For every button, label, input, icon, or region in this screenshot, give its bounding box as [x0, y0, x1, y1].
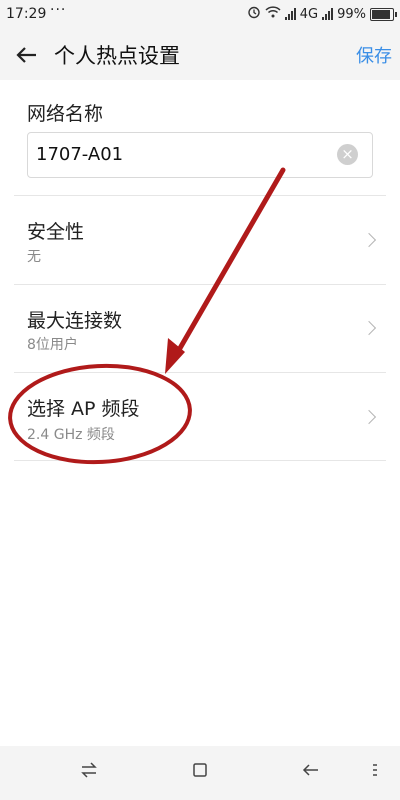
navigation-bar	[0, 746, 400, 800]
status-bar: 17:29 ··· 4G 99%	[0, 0, 400, 30]
divider	[14, 372, 386, 373]
security-label: 安全性	[27, 221, 85, 243]
status-time: 17:29	[6, 6, 47, 22]
app-bar: 个人热点设置 保存	[0, 30, 400, 80]
signal-icon-2	[322, 8, 334, 20]
battery-icon	[370, 7, 397, 21]
clear-icon[interactable]: ×	[337, 144, 358, 165]
divider	[14, 460, 386, 461]
wifi-icon	[265, 6, 281, 22]
status-icons: 4G 99%	[247, 5, 397, 23]
annotation-arrowhead	[165, 338, 185, 374]
network-type: 4G	[299, 6, 319, 22]
max-connections-value: 8位用户	[27, 337, 78, 353]
network-name-value[interactable]: 1707-A01	[36, 144, 123, 165]
swap-icon[interactable]	[80, 762, 98, 783]
chevron-right-icon	[361, 320, 377, 336]
home-icon[interactable]	[192, 762, 208, 783]
network-name-input[interactable]: 1707-A01 ×	[27, 132, 373, 178]
ap-band-value: 2.4 GHz 频段	[27, 427, 115, 443]
divider	[14, 284, 386, 285]
notification-dots: ···	[50, 2, 67, 18]
chevron-right-icon	[361, 409, 377, 425]
menu-icon[interactable]	[372, 762, 378, 783]
back-icon[interactable]	[302, 762, 320, 783]
battery-percent: 99%	[337, 6, 366, 22]
network-name-label: 网络名称	[27, 103, 104, 125]
annotation-arrow	[169, 167, 286, 365]
save-button[interactable]: 保存	[356, 42, 392, 68]
chevron-right-icon	[361, 232, 377, 248]
alarm-icon	[247, 5, 261, 23]
divider	[14, 195, 386, 196]
arrow-left-icon[interactable]	[12, 40, 42, 70]
signal-icon	[284, 8, 296, 20]
security-value: 无	[27, 249, 41, 265]
ap-band-label: 选择 AP 频段	[27, 398, 140, 420]
page-title: 个人热点设置	[54, 44, 180, 68]
max-connections-label: 最大连接数	[27, 310, 123, 332]
